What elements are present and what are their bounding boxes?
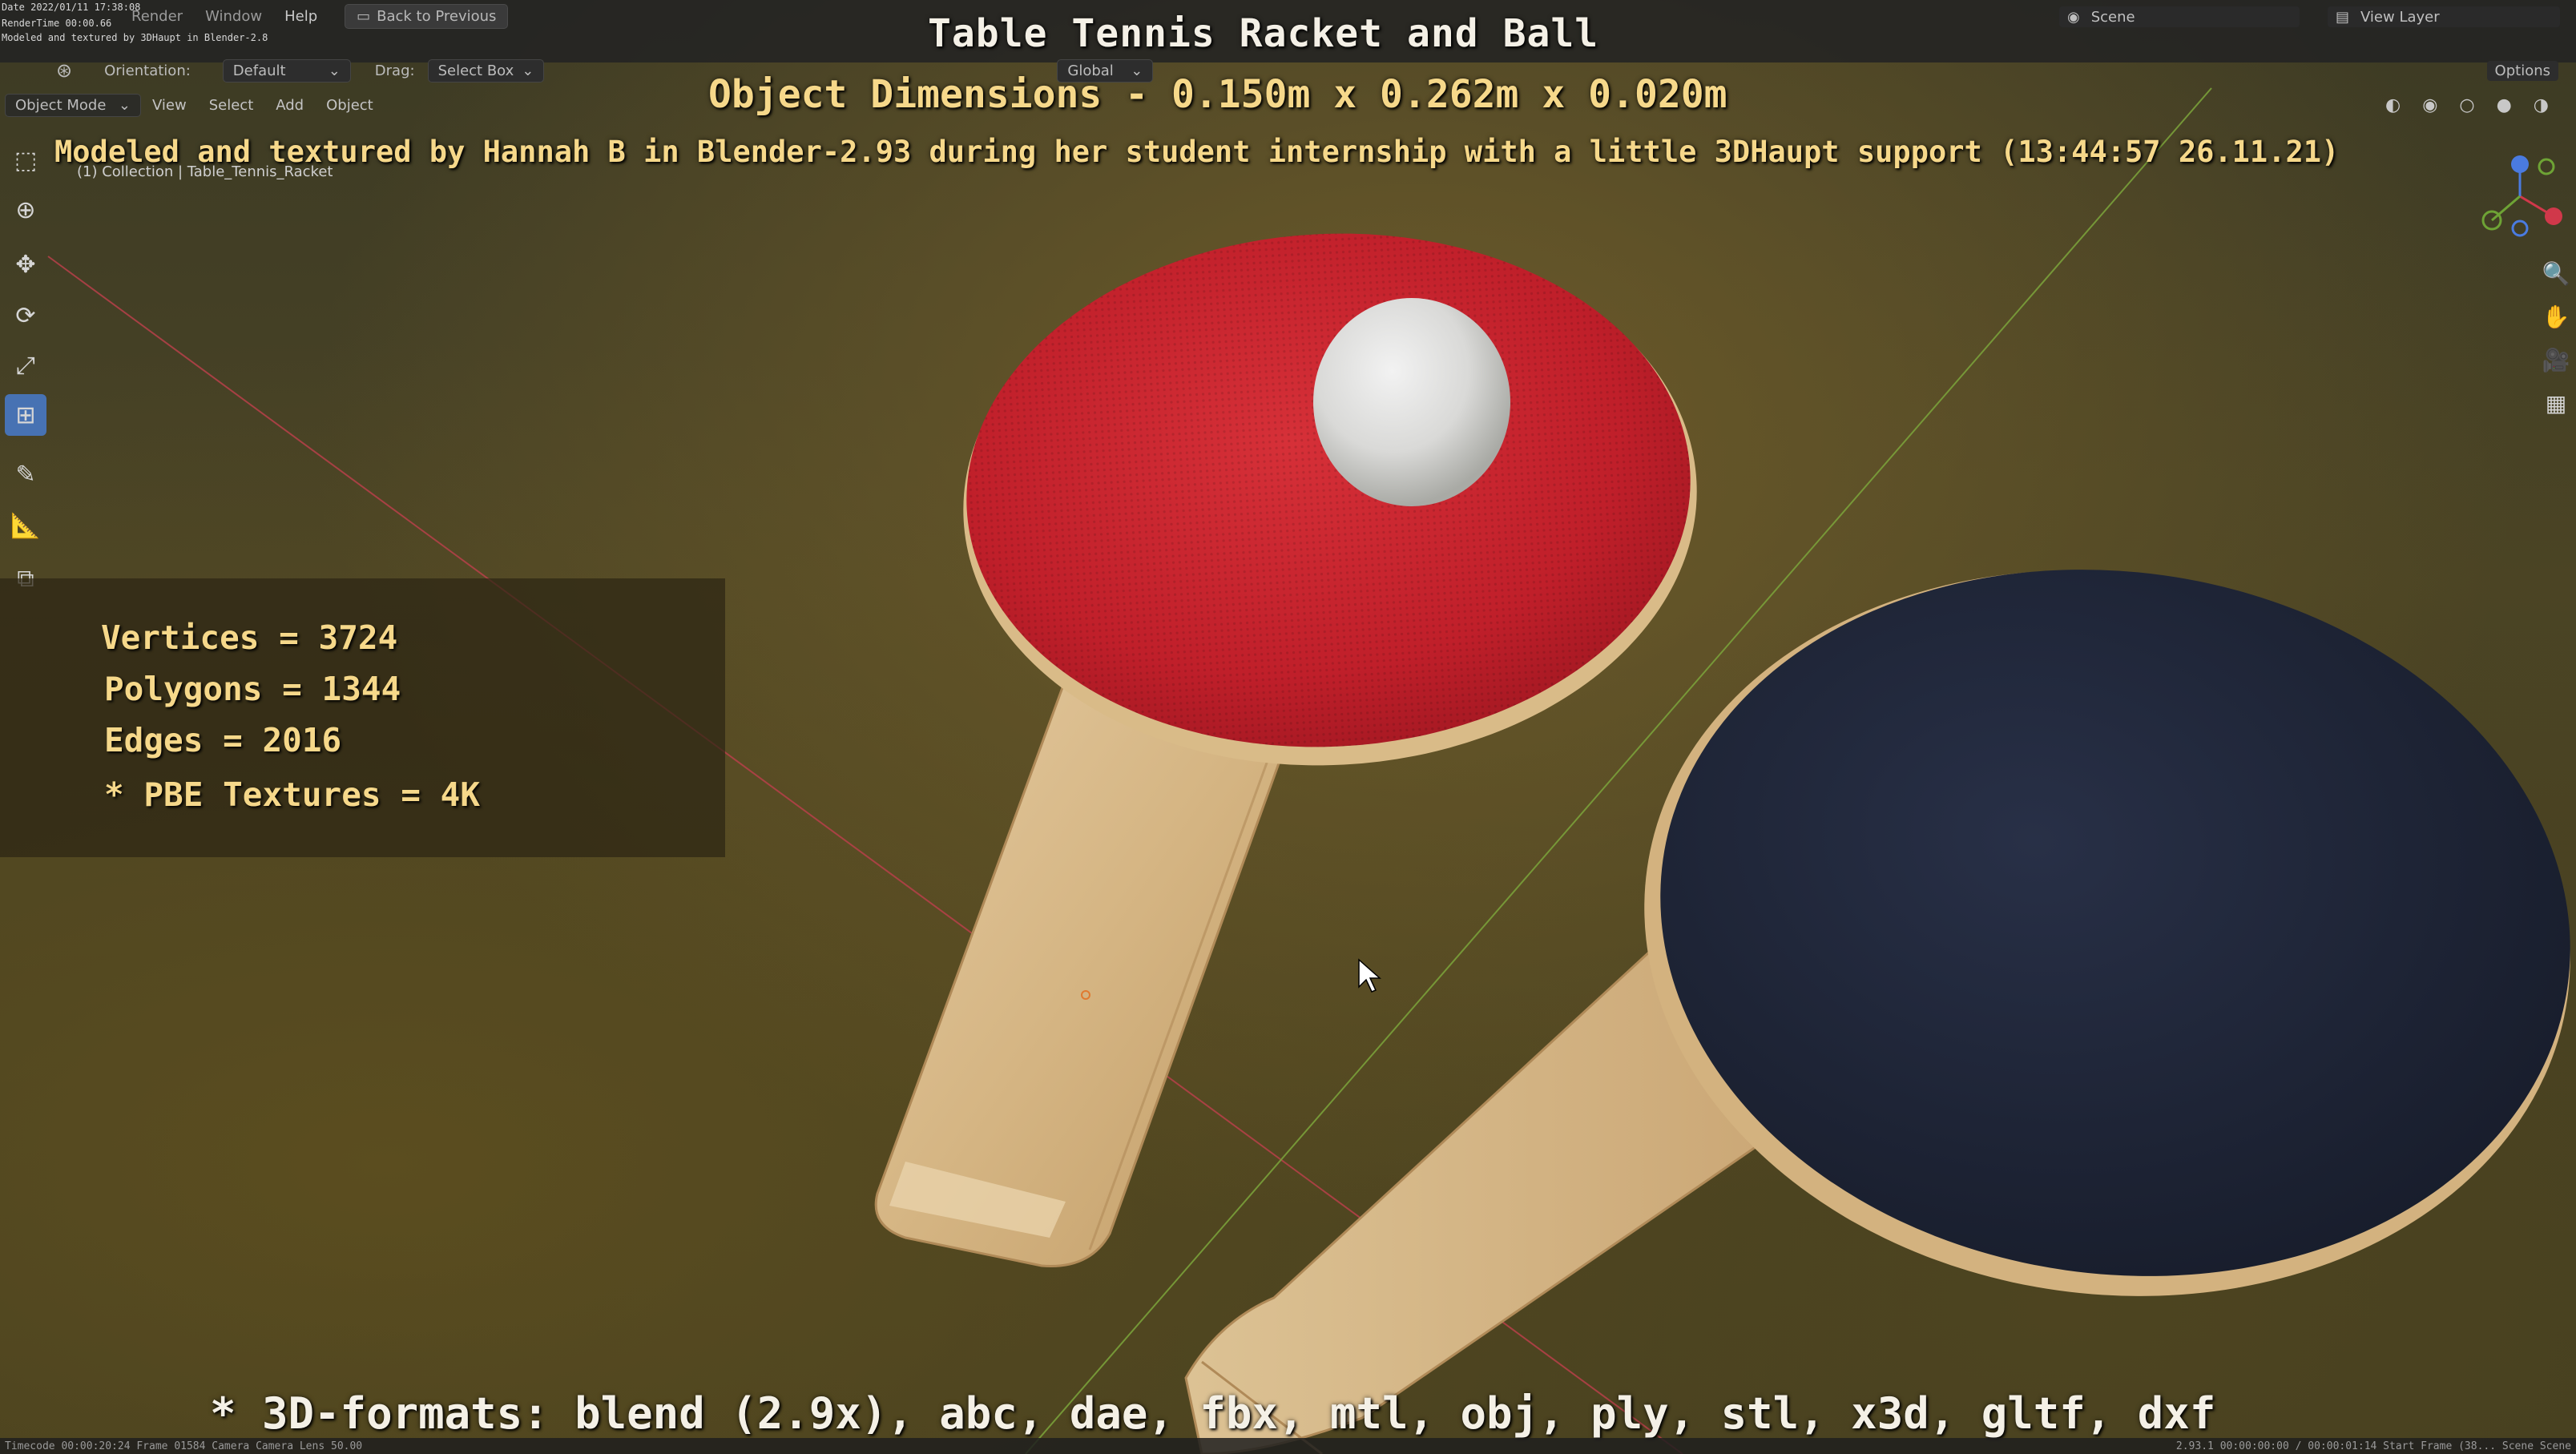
menu-add[interactable]: Add: [264, 97, 315, 114]
edges-count: Edges = 2016: [104, 721, 342, 759]
measure-icon[interactable]: 📐: [5, 505, 46, 546]
status-bar: Timecode 00:00:20:24 Frame 01584 Camera …: [0, 1438, 2576, 1454]
scale-icon[interactable]: ⤢: [5, 344, 46, 386]
zoom-icon[interactable]: 🔍: [2541, 258, 2571, 288]
chevron-down-icon: ⌄: [522, 62, 534, 79]
chevron-down-icon: ⌄: [118, 96, 131, 114]
hand-pan-icon[interactable]: ✋: [2541, 301, 2571, 332]
view-layer-selector[interactable]: ▤ View Layer: [2328, 6, 2560, 27]
scene-selector[interactable]: ◉ Scene: [2059, 6, 2300, 27]
chevron-down-icon: ⌄: [328, 62, 341, 79]
object-dimensions: Object Dimensions - 0.150m x 0.262m x 0.…: [708, 72, 1727, 117]
render-time: RenderTime 00:00.66: [2, 18, 112, 29]
left-toolbar: ⬚ ⊕ ✥ ⟳ ⤢ ⊞ ✎ 📐 ⧉: [0, 136, 51, 601]
back-icon: ▭: [357, 7, 371, 25]
page-title: Table Tennis Racket and Ball: [928, 11, 1599, 56]
navigation-gizmo[interactable]: [2476, 152, 2564, 240]
move-icon[interactable]: ✥: [5, 244, 46, 285]
render-date: Date 2022/01/11 17:38:08: [2, 2, 141, 13]
orientation-label: Orientation:: [104, 62, 191, 79]
formats-line: * 3D-formats: blend (2.9x), abc, dae, fb…: [210, 1388, 2216, 1439]
menu-object[interactable]: Object: [315, 97, 385, 114]
menu-help[interactable]: Help: [273, 8, 329, 25]
ping-pong-ball: [1313, 298, 1510, 506]
vertices-count: Vertices = 3724: [101, 618, 398, 657]
object-mode-dropdown[interactable]: Object Mode ⌄: [5, 93, 141, 117]
grid-icon[interactable]: ▦: [2541, 388, 2571, 418]
transform-icon[interactable]: ⊞: [5, 394, 46, 436]
menu-window[interactable]: Window: [194, 8, 273, 25]
select-box-icon[interactable]: ⬚: [5, 139, 46, 181]
layers-icon: ▤: [2336, 8, 2350, 26]
credit-line: Modeled and textured by Hannah B in Blen…: [54, 135, 2340, 169]
viewport-shading-controls[interactable]: ◐ ◉ ○ ● ◑: [2385, 95, 2557, 115]
status-left: Timecode 00:00:20:24 Frame 01584 Camera …: [5, 1440, 363, 1452]
drag-label: Drag:: [374, 62, 415, 79]
polygons-count: Polygons = 1344: [104, 670, 401, 708]
rotate-icon[interactable]: ⟳: [5, 295, 46, 336]
cursor-icon[interactable]: ⊕: [5, 189, 46, 231]
tool-icon[interactable]: ⊛: [56, 59, 72, 82]
drag-dropdown[interactable]: Select Box ⌄: [427, 58, 545, 83]
annotate-icon[interactable]: ✎: [5, 453, 46, 495]
back-to-previous-button[interactable]: ▭ Back to Previous: [345, 3, 509, 29]
camera-icon[interactable]: 🎥: [2541, 344, 2571, 375]
render-note: Modeled and textured by 3DHaupt in Blend…: [2, 32, 268, 43]
mouse-cursor-icon: [1358, 958, 1381, 993]
orientation-dropdown[interactable]: Default ⌄: [222, 58, 351, 83]
status-right: 2.93.1 00:00:00:00 / 00:00:01:14 Start F…: [2175, 1440, 2571, 1452]
textures-info: * PBE Textures = 4K: [104, 775, 480, 814]
axis-gizmo-icon: [2481, 155, 2562, 237]
options-button[interactable]: Options: [2486, 60, 2558, 81]
scene-icon: ◉: [2067, 8, 2080, 26]
menu-select[interactable]: Select: [198, 97, 265, 114]
menu-view[interactable]: View: [141, 97, 198, 114]
